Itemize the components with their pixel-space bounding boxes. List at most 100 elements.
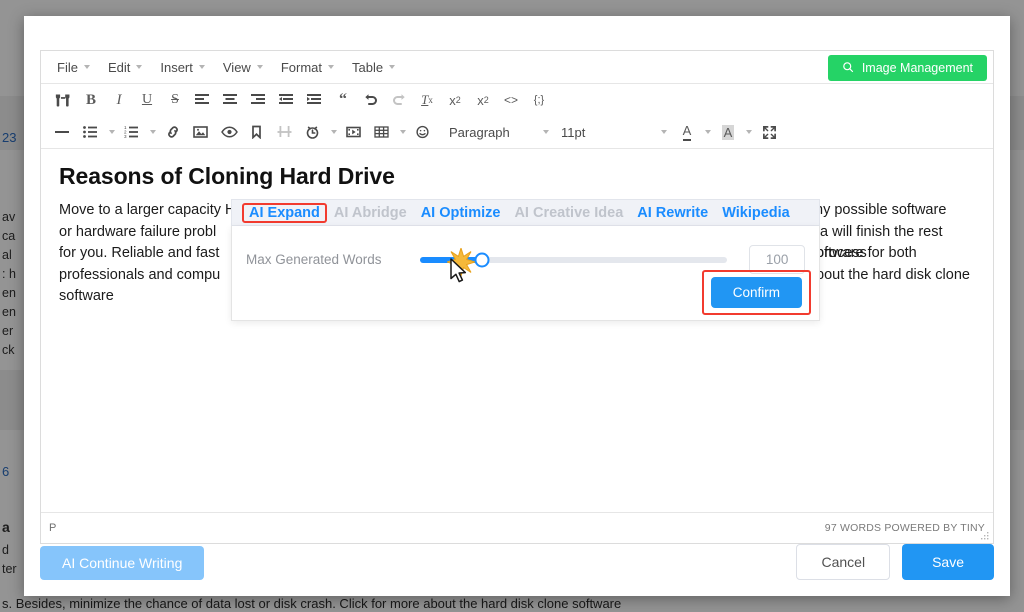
anchor-icon[interactable] — [243, 119, 271, 145]
image-icon[interactable] — [187, 119, 215, 145]
clock-icon[interactable] — [299, 119, 327, 145]
document-line: or hardware failure probl — [59, 223, 217, 240]
document-line: for you. Reliable and fast — [59, 245, 220, 261]
editor-toolbar-row-1: B I U S “ T x x 2 x 2 <> {;} — [41, 84, 993, 116]
menu-file-label: File — [57, 59, 78, 75]
table-options-chevron-down-icon[interactable] — [396, 119, 409, 145]
background-color-letter: A — [721, 124, 735, 140]
image-management-button[interactable]: Image Management — [827, 55, 987, 81]
menu-file[interactable]: File — [49, 57, 98, 78]
footer-right: Cancel Save — [796, 544, 994, 580]
cancel-button[interactable]: Cancel — [796, 544, 891, 580]
source-code-icon[interactable]: <> — [497, 87, 525, 113]
document-line: professionals and compu — [59, 266, 221, 283]
preview-icon[interactable] — [215, 119, 243, 145]
document-title: Reasons of Cloning Hard Drive — [59, 163, 395, 189]
menu-insert[interactable]: Insert — [152, 57, 213, 78]
blockquote-icon[interactable]: “ — [329, 87, 357, 113]
page-break-icon[interactable] — [271, 119, 299, 145]
ai-panel: Max Generated Words 100 Confirm — [231, 226, 820, 321]
fullscreen-icon[interactable] — [755, 119, 783, 145]
background-color-icon[interactable]: A — [714, 119, 742, 145]
numbered-list-options-chevron-down-icon[interactable] — [146, 119, 159, 145]
editor-dialog: File Edit Insert View Format Table Image… — [24, 16, 1010, 596]
align-right-icon[interactable] — [245, 87, 273, 113]
bold-icon[interactable]: B — [77, 87, 105, 113]
underline-icon[interactable]: U — [133, 87, 161, 113]
slider-thumb[interactable] — [474, 252, 490, 267]
confirm-button[interactable]: Confirm — [710, 277, 802, 308]
document-line: software — [59, 288, 114, 304]
menu-format[interactable]: Format — [273, 57, 342, 78]
numbered-list-icon[interactable]: 1 2 3 — [118, 119, 146, 145]
bullet-list-icon[interactable] — [77, 119, 105, 145]
resize-handle-icon[interactable] — [980, 531, 990, 541]
element-path[interactable]: P — [49, 522, 57, 534]
menu-edit[interactable]: Edit — [100, 57, 150, 78]
chevron-down-icon — [399, 130, 406, 134]
link-icon[interactable] — [159, 119, 187, 145]
chevron-down-icon — [256, 65, 263, 69]
chevron-down-icon — [330, 130, 337, 134]
indent-icon[interactable] — [301, 87, 329, 113]
word-count: 97 WORDS POWERED BY TINY — [824, 522, 985, 534]
clear-formatting-icon[interactable]: Tx — [413, 87, 441, 113]
format-select[interactable]: Paragraph — [443, 119, 555, 145]
ai-tab-wikipedia[interactable]: Wikipedia — [715, 203, 797, 223]
max-words-slider[interactable] — [420, 252, 728, 267]
chevron-down-icon — [149, 130, 156, 134]
superscript-icon[interactable]: x2 — [469, 87, 497, 113]
undo-icon[interactable] — [357, 87, 385, 113]
ai-assistant-popup: AI Expand AI Abridge AI Optimize AI Crea… — [231, 199, 820, 321]
chevron-down-icon — [198, 65, 205, 69]
text-color-letter: A — [682, 123, 692, 141]
max-words-label: Max Generated Words — [246, 252, 382, 267]
ai-tab-abridge: AI Abridge — [333, 204, 407, 221]
menu-insert-label: Insert — [160, 59, 193, 75]
redo-icon[interactable] — [385, 87, 413, 113]
editor-statusbar: P 97 WORDS POWERED BY TINY — [41, 512, 993, 543]
code-sample-icon[interactable]: {;} — [525, 87, 553, 113]
emoticons-icon[interactable] — [409, 119, 437, 145]
menu-view[interactable]: View — [215, 57, 271, 78]
menu-format-label: Format — [280, 59, 322, 75]
strikethrough-icon[interactable]: S — [161, 87, 189, 113]
horizontal-rule-icon[interactable] — [49, 119, 77, 145]
menu-edit-label: Edit — [107, 59, 131, 75]
chevron-down-icon — [704, 130, 711, 134]
chevron-down-icon — [745, 130, 752, 134]
background-color-chevron-down-icon[interactable] — [742, 119, 755, 145]
confirm-highlight: Confirm — [701, 270, 811, 315]
save-button[interactable]: Save — [902, 544, 994, 580]
chevron-down-icon — [328, 65, 334, 69]
ai-tab-expand[interactable]: AI Expand — [242, 202, 327, 223]
italic-icon[interactable]: I — [105, 87, 133, 113]
font-size-select[interactable]: 11pt — [555, 119, 673, 145]
table-icon[interactable] — [368, 119, 396, 145]
text-color-icon[interactable]: A — [673, 119, 701, 145]
chevron-down-icon — [661, 130, 667, 134]
menu-view-label: View — [222, 59, 251, 75]
bullet-list-options-chevron-down-icon[interactable] — [105, 119, 118, 145]
ai-tab-rewrite[interactable]: AI Rewrite — [630, 203, 715, 223]
footer-left: AI Continue Writing — [40, 546, 205, 580]
text-color-chevron-down-icon[interactable] — [701, 119, 714, 145]
subscript-icon[interactable]: x2 — [441, 87, 469, 113]
find-replace-icon[interactable] — [49, 87, 77, 113]
chevron-down-icon — [136, 65, 143, 69]
chevron-down-icon — [108, 130, 115, 134]
datetime-options-chevron-down-icon[interactable] — [327, 119, 340, 145]
image-management-label: Image Management — [861, 61, 973, 75]
menu-table[interactable]: Table — [344, 57, 403, 78]
outdent-icon[interactable] — [273, 87, 301, 113]
ai-tab-optimize[interactable]: AI Optimize — [414, 203, 508, 223]
align-center-icon[interactable] — [217, 87, 245, 113]
search-icon — [842, 61, 854, 76]
editor-toolbar-row-2: 1 2 3 Paragraph 11pt A A — [41, 116, 993, 149]
menu-table-label: Table — [352, 59, 384, 75]
media-icon[interactable] — [340, 119, 368, 145]
document-line: oftware for both — [816, 245, 917, 261]
ai-continue-writing-button[interactable]: AI Continue Writing — [40, 546, 205, 580]
align-left-icon[interactable] — [189, 87, 217, 113]
svg-text:3: 3 — [124, 134, 127, 139]
